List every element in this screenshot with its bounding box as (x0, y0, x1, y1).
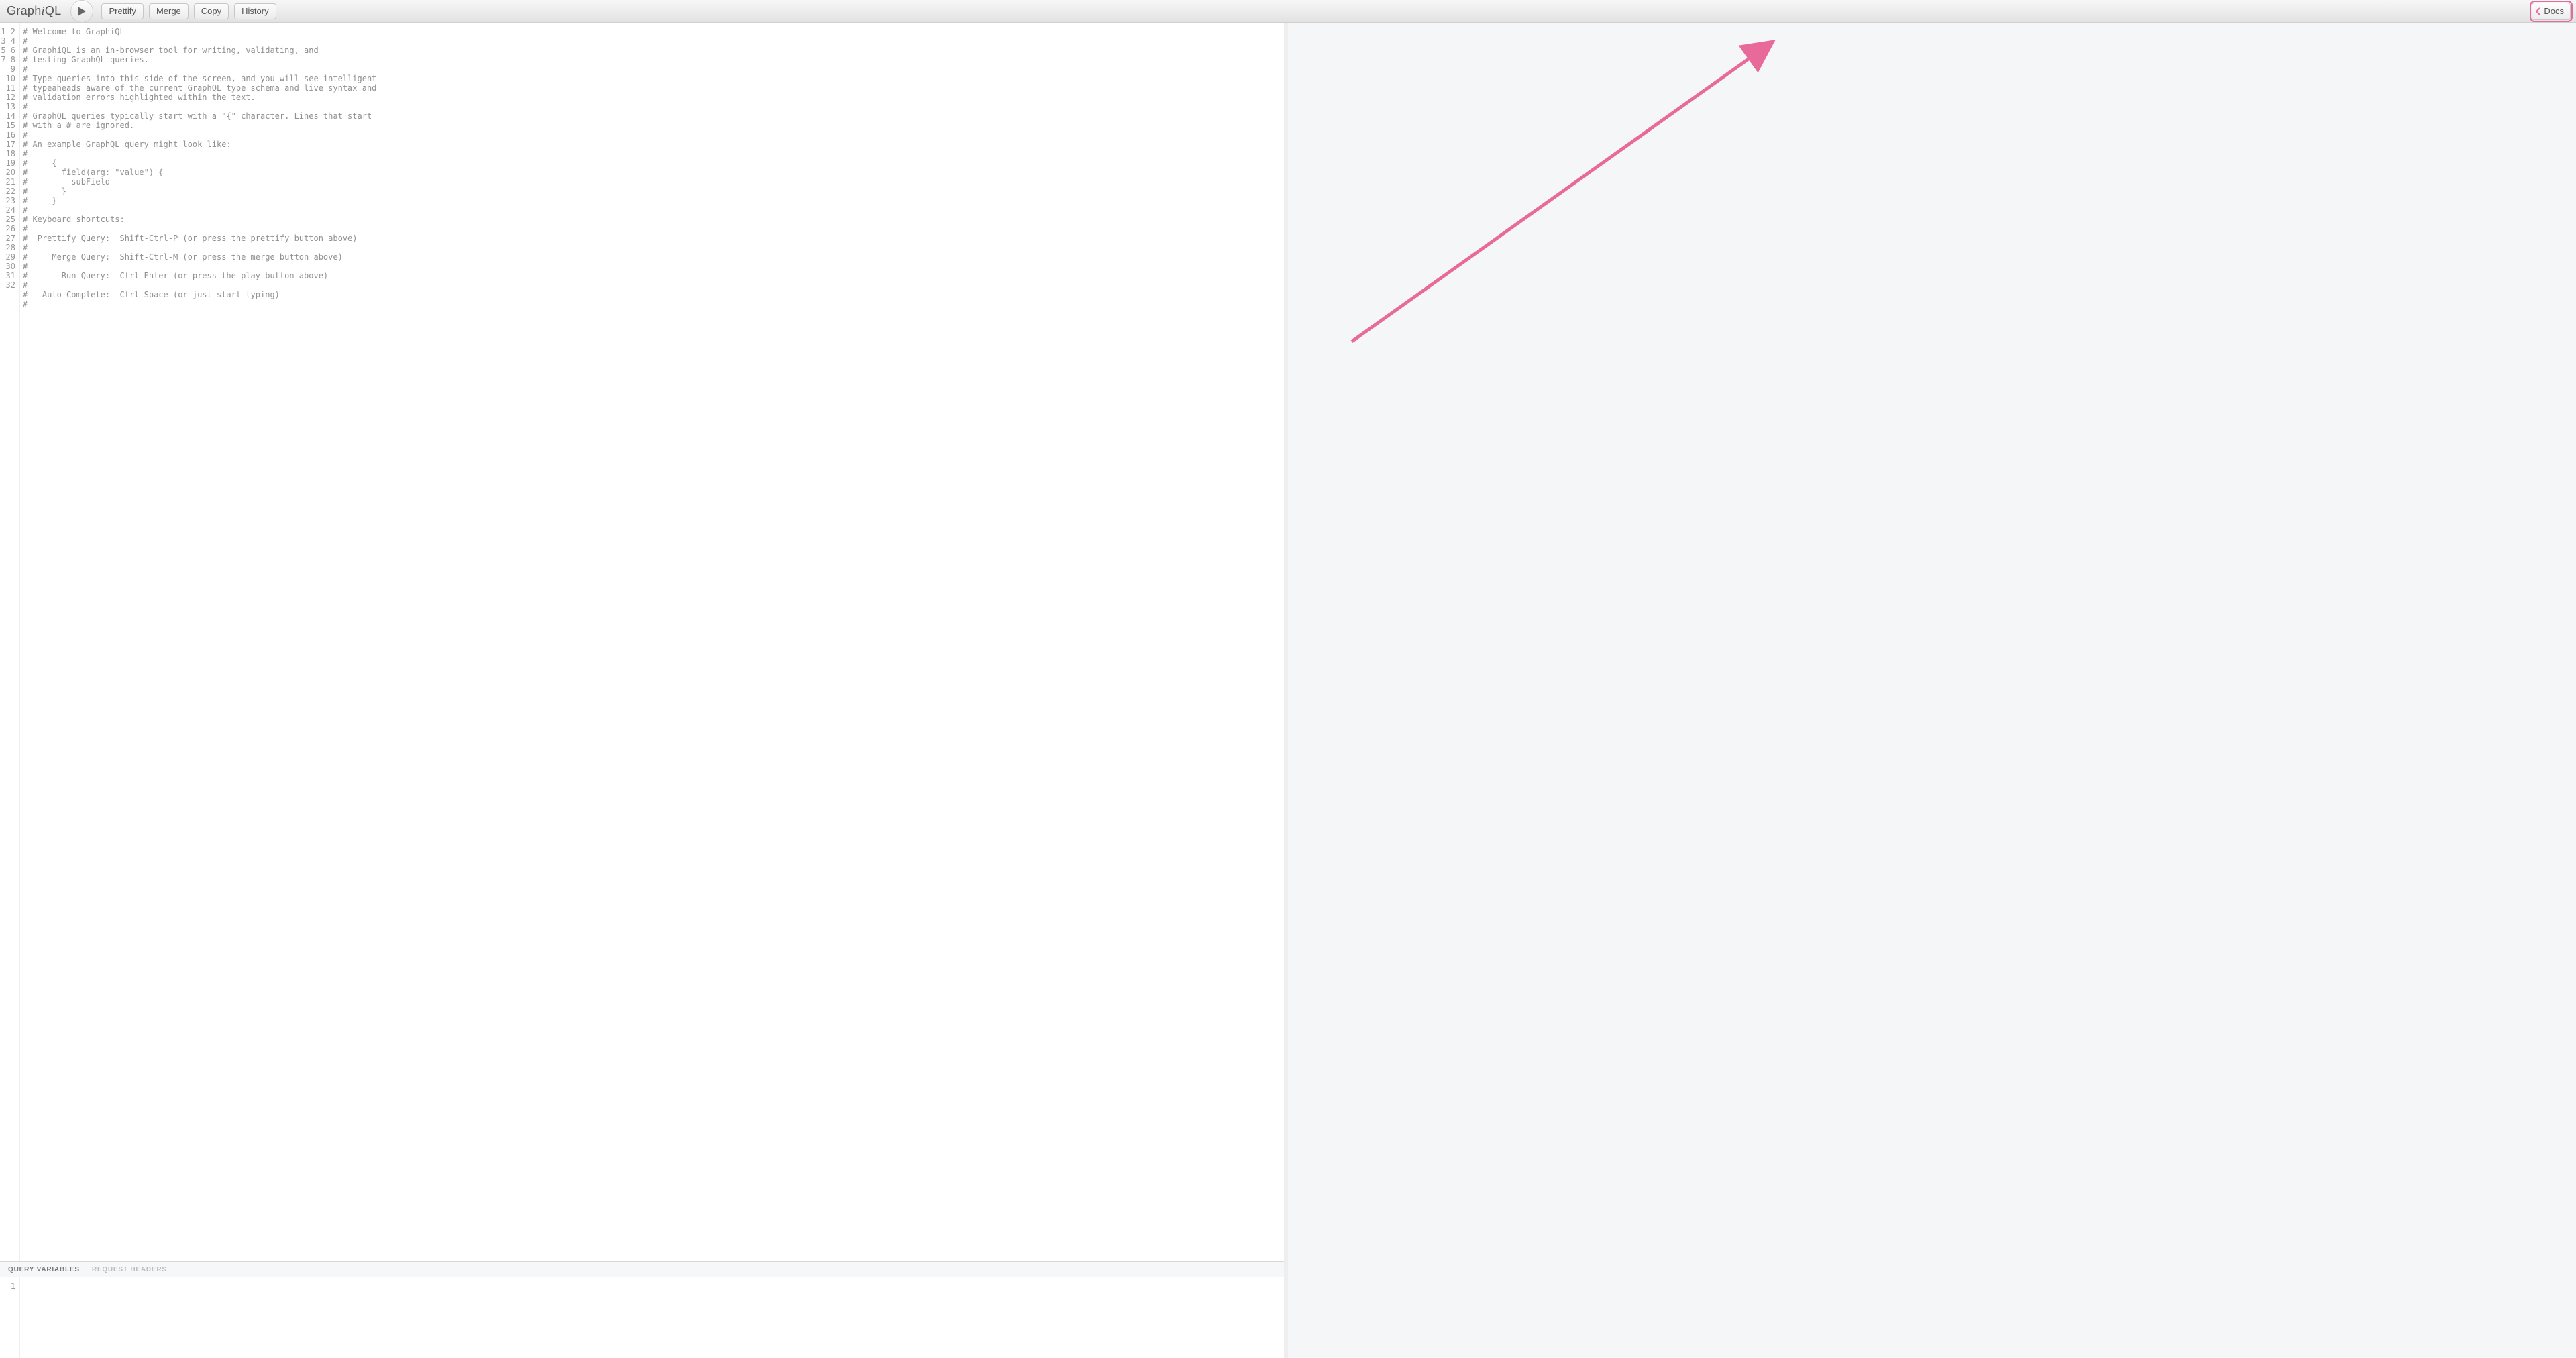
prettify-button[interactable]: Prettify (101, 3, 143, 19)
result-pane (1288, 23, 2576, 1358)
chevron-left-icon (2536, 7, 2541, 15)
play-icon (78, 7, 86, 16)
variables-code[interactable] (20, 1277, 1284, 1358)
docs-label: Docs (2544, 6, 2564, 16)
query-gutter: 1 2 3 4 5 6 7 8 9 10 11 12 13 14 15 16 1… (0, 23, 20, 1261)
main: 1 2 3 4 5 6 7 8 9 10 11 12 13 14 15 16 1… (0, 23, 2576, 1358)
annotation-arrow (1348, 36, 1778, 345)
merge-button[interactable]: Merge (149, 3, 189, 19)
secondary-editor-tabs: QUERY VARIABLES REQUEST HEADERS (0, 1261, 1284, 1277)
query-editor[interactable]: 1 2 3 4 5 6 7 8 9 10 11 12 13 14 15 16 1… (0, 23, 1284, 1261)
topbar: GraphiQL Prettify Merge Copy History Doc… (0, 0, 2576, 23)
variables-gutter: 1 (0, 1277, 20, 1358)
tab-request-headers[interactable]: REQUEST HEADERS (92, 1266, 167, 1273)
editor-column: 1 2 3 4 5 6 7 8 9 10 11 12 13 14 15 16 1… (0, 23, 1288, 1358)
tab-query-variables[interactable]: QUERY VARIABLES (8, 1266, 80, 1273)
app-title: GraphiQL (5, 4, 65, 18)
copy-button[interactable]: Copy (194, 3, 229, 19)
execute-button[interactable] (70, 0, 93, 23)
query-code[interactable]: # Welcome to GraphiQL # # GraphiQL is an… (20, 23, 1284, 1261)
variables-editor[interactable]: 1 (0, 1277, 1284, 1358)
history-button[interactable]: History (234, 3, 276, 19)
docs-button[interactable]: Docs (2532, 3, 2571, 20)
